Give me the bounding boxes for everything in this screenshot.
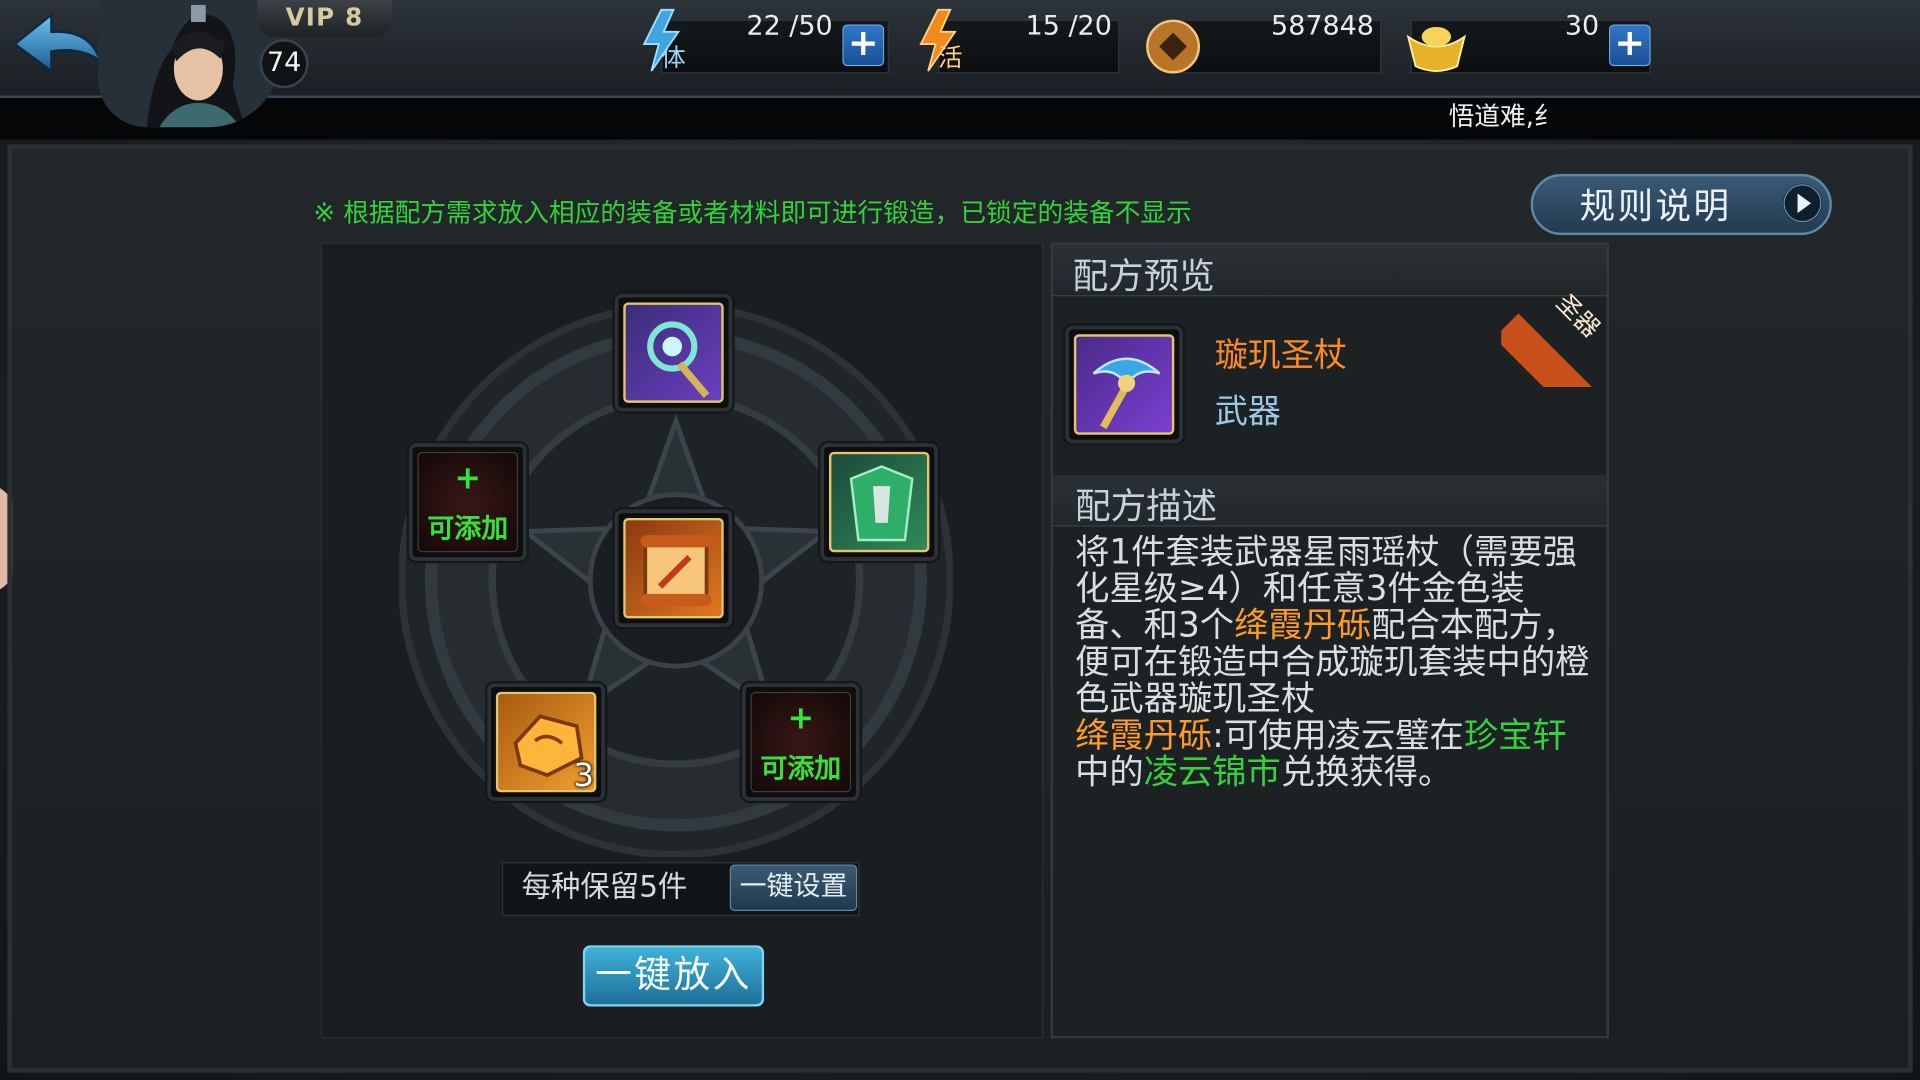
stamina-value: 22 /50 xyxy=(746,11,833,42)
desc-shop: 珍宝轩 xyxy=(1463,715,1567,756)
desc-market: 凌云锦市 xyxy=(1143,751,1281,793)
description-title: 配方描述 xyxy=(1075,484,1218,527)
armor-equipment-icon xyxy=(849,465,914,542)
stamina-add-button[interactable]: + xyxy=(842,24,885,67)
back-button[interactable] xyxy=(10,7,106,85)
desc-material: 绛霞丹砾 xyxy=(1234,604,1372,646)
gold-add-button[interactable]: + xyxy=(1608,24,1651,67)
svg-text:活: 活 xyxy=(938,43,962,72)
copper-value: 587848 xyxy=(1271,11,1374,42)
material-count: 3 xyxy=(573,757,594,795)
preview-title: 配方预览 xyxy=(1072,254,1215,297)
vip-badge: VIP 8 xyxy=(257,0,392,37)
desc-text-d: 中的 xyxy=(1075,751,1144,793)
holy-artifact-ribbon: 圣器 xyxy=(1501,293,1607,387)
add-plus-icon: + xyxy=(787,700,815,738)
vitality-lightning-icon: 活 xyxy=(919,8,962,72)
ticker-bar xyxy=(0,97,1920,140)
gold-value: 30 xyxy=(1564,11,1600,42)
copper-coin-icon xyxy=(1146,19,1201,74)
player-avatar[interactable] xyxy=(97,0,282,128)
forge-slot-recipe[interactable] xyxy=(614,509,733,627)
rules-button-label: 规则说明 xyxy=(1579,184,1732,227)
forge-screen: 悟道难,纟 VIP 8 74 体 22 /50 + 活 15 /20 58784… xyxy=(0,0,1920,1080)
recipe-description: 将1件套装武器星雨瑶杖（需要强化星级≥4）和任意3件金色装备、和3个绛霞丹砾配合… xyxy=(1075,533,1589,793)
stamina-lightning-icon: 体 xyxy=(642,8,686,72)
add-plus-icon: + xyxy=(454,460,482,498)
keep-quantity-label: 每种保留5件 xyxy=(521,869,688,904)
back-arrow-icon xyxy=(12,12,103,74)
forge-slot-add-left[interactable]: + 可添加 xyxy=(408,443,527,561)
preview-item-name: 璇玑圣杖 xyxy=(1214,336,1347,375)
ribbon-label: 圣器 xyxy=(1550,293,1607,344)
holy-staff-icon xyxy=(1092,357,1161,430)
forge-slot-add-right[interactable]: + 可添加 xyxy=(742,683,860,801)
forge-slot-weapon[interactable] xyxy=(614,293,733,412)
preview-item-type: 武器 xyxy=(1214,393,1281,432)
add-slot-label: 可添加 xyxy=(760,754,842,785)
vitality-value: 15 /20 xyxy=(1025,11,1112,42)
svg-text:体: 体 xyxy=(661,43,685,72)
player-level: 74 xyxy=(259,39,309,89)
forge-hint: ※ 根据配方需求放入相应的装备或者材料即可进行锻造，已锁定的装备不显示 xyxy=(313,198,1192,228)
recipe-scroll-icon xyxy=(640,535,712,607)
chevron-right-icon xyxy=(1782,183,1823,223)
one-click-set-button[interactable]: 一键设置 xyxy=(729,864,858,912)
desc-text-c: :可使用凌云璧在 xyxy=(1212,715,1464,756)
desc-text-e: 兑换获得。 xyxy=(1280,751,1453,793)
ticker-text: 悟道难,纟 xyxy=(1448,101,1554,132)
forge-slot-gold-equip[interactable] xyxy=(820,443,938,561)
add-slot-label: 可添加 xyxy=(427,514,509,545)
gold-ingot-icon xyxy=(1406,26,1466,72)
staff-weapon-icon xyxy=(647,321,710,398)
forge-slot-material[interactable]: 3 xyxy=(487,683,605,801)
desc-material-2: 绛霞丹砾 xyxy=(1075,715,1213,756)
preview-item-slot[interactable] xyxy=(1065,325,1183,444)
hero-portrait-icon xyxy=(97,0,282,128)
one-click-place-button[interactable]: 一键放入 xyxy=(582,945,765,1007)
